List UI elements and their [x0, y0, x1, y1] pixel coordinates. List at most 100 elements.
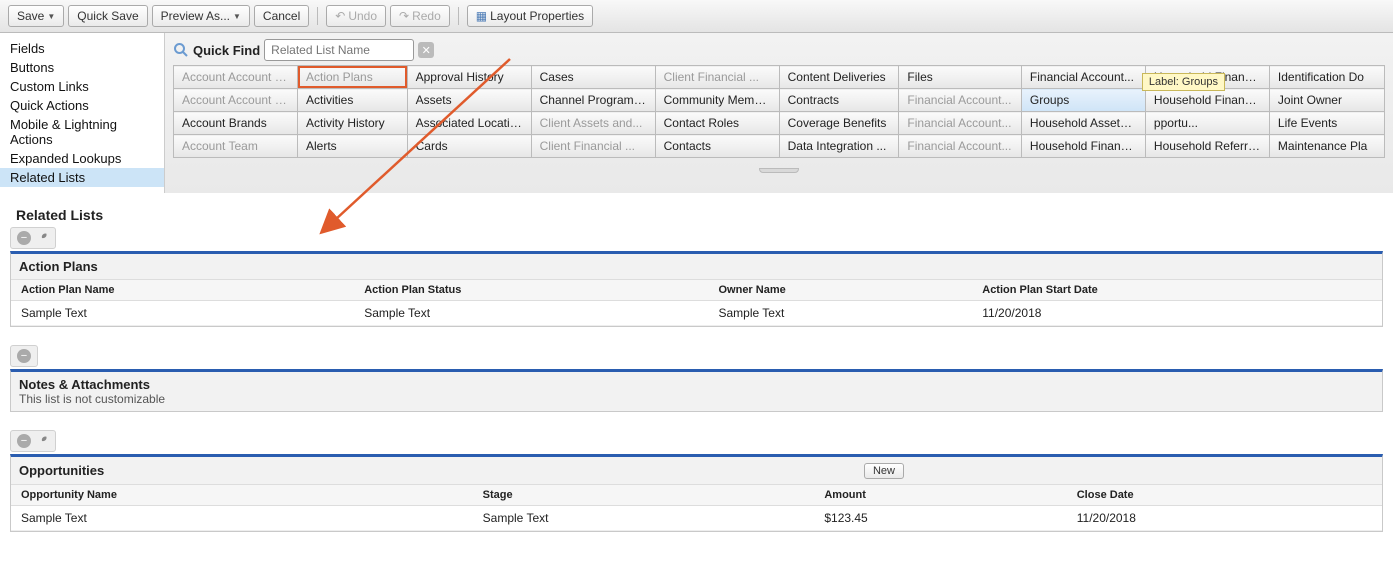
sidebar-item[interactable]: Quick Actions [0, 96, 164, 115]
palette-item[interactable]: Household Assets ... [1021, 112, 1145, 135]
column-header: Action Plan Status [354, 280, 708, 301]
wrench-icon[interactable] [35, 231, 49, 245]
table-cell: Sample Text [354, 301, 708, 326]
sidebar-item[interactable]: Expanded Lookups [0, 149, 164, 168]
palette-item[interactable]: Associated Locations [407, 112, 531, 135]
notes-subtext: This list is not customizable [19, 392, 1374, 406]
palette-item[interactable]: Data Integration ... [779, 135, 899, 158]
layout-canvas: Related Lists − Action Plans Action Plan… [0, 193, 1393, 570]
sidebar-item[interactable]: Mobile & Lightning Actions [0, 115, 164, 149]
column-header: Close Date [1067, 485, 1382, 506]
palette-item[interactable]: Files [899, 66, 1022, 89]
palette-item[interactable]: Contact Roles [655, 112, 779, 135]
column-header: Opportunity Name [11, 485, 473, 506]
layout-properties-button[interactable]: ▦Layout Properties [467, 5, 593, 27]
column-header: Stage [473, 485, 815, 506]
top-toolbar: Save▼ Quick Save Preview As...▼ Cancel ↶… [0, 0, 1393, 33]
quick-save-button[interactable]: Quick Save [68, 5, 147, 27]
palette-item[interactable]: Household Referrals [1145, 135, 1269, 158]
palette-item[interactable]: Account Brands [174, 112, 298, 135]
new-button[interactable]: New [864, 463, 904, 479]
palette-item[interactable]: Financial Account... [899, 112, 1022, 135]
palette-item[interactable]: Activities [298, 89, 408, 112]
save-button[interactable]: Save▼ [8, 5, 64, 27]
related-list-toolbar: − [10, 227, 56, 249]
palette-panel: Quick Find ✕ Account Account R...Action … [165, 33, 1393, 193]
palette-item[interactable]: Contracts [779, 89, 899, 112]
palette-item[interactable]: pportu... [1145, 112, 1269, 135]
separator [458, 7, 459, 25]
opportunities-related-list[interactable]: Opportunities New Opportunity NameStageA… [10, 454, 1383, 532]
palette-item[interactable]: Life Events [1269, 112, 1384, 135]
column-header: Owner Name [708, 280, 972, 301]
palette-item[interactable]: Household Financi... [1021, 135, 1145, 158]
quick-find-label: Quick Find [193, 43, 260, 58]
table-cell: Sample Text [473, 506, 815, 531]
clear-search-button[interactable]: ✕ [418, 42, 434, 58]
sidebar-item[interactable]: Buttons [0, 58, 164, 77]
sidebar-item[interactable]: Custom Links [0, 77, 164, 96]
palette-item[interactable]: Client Financial ... [655, 66, 779, 89]
palette-item[interactable]: Approval History [407, 66, 531, 89]
palette-item[interactable]: Content Deliveries [779, 66, 899, 89]
notes-title: Notes & Attachments [19, 377, 1374, 392]
table-cell: 11/20/2018 [1067, 506, 1382, 531]
palette-item[interactable]: Community Members [655, 89, 779, 112]
related-list-toolbar: − [10, 430, 56, 452]
opportunities-title: Opportunities [19, 463, 104, 478]
palette-item[interactable]: Action Plans [298, 66, 408, 89]
sidebar-item[interactable]: Related Lists [0, 168, 164, 187]
chevron-down-icon: ▼ [233, 12, 241, 21]
palette-item[interactable]: Financial Account... [1021, 66, 1145, 89]
palette-item[interactable]: Coverage Benefits [779, 112, 899, 135]
table-cell: Sample Text [11, 301, 354, 326]
redo-button[interactable]: ↷Redo [390, 5, 450, 27]
palette-item[interactable]: Cases [531, 66, 655, 89]
chevron-down-icon: ▼ [47, 12, 55, 21]
palette-item[interactable]: Account Team [174, 135, 298, 158]
search-icon [173, 42, 189, 58]
table-cell: Sample Text [708, 301, 972, 326]
wrench-icon[interactable] [35, 434, 49, 448]
action-plans-related-list[interactable]: Action Plans Action Plan NameAction Plan… [10, 251, 1383, 327]
column-header: Action Plan Name [11, 280, 354, 301]
palette-resize-handle[interactable] [165, 166, 1393, 174]
palette-item[interactable]: Financial Account... [899, 135, 1022, 158]
palette-item[interactable]: Assets [407, 89, 531, 112]
palette-sidebar: FieldsButtonsCustom LinksQuick ActionsMo… [0, 33, 165, 193]
redo-icon: ↷ [399, 9, 409, 23]
palette-item[interactable]: Household Financi... [1145, 89, 1269, 112]
palette-item[interactable]: Financial Account... [899, 89, 1022, 112]
remove-icon[interactable]: − [17, 231, 31, 245]
palette-item[interactable]: Maintenance Pla [1269, 135, 1384, 158]
remove-icon[interactable]: − [17, 349, 31, 363]
palette-item[interactable]: Activity History [298, 112, 408, 135]
undo-button[interactable]: ↶Undo [326, 5, 386, 27]
cancel-button[interactable]: Cancel [254, 5, 309, 27]
notes-attachments-related-list[interactable]: Notes & Attachments This list is not cus… [10, 369, 1383, 412]
palette-item[interactable]: Account Account R... [174, 66, 298, 89]
palette-item[interactable]: Cards [407, 135, 531, 158]
undo-icon: ↶ [335, 9, 345, 23]
column-header: Amount [814, 485, 1066, 506]
related-lists-section-title: Related Lists [10, 199, 1383, 227]
palette-item[interactable]: Contacts [655, 135, 779, 158]
table-cell: 11/20/2018 [972, 301, 1382, 326]
sidebar-item[interactable]: Fields [0, 39, 164, 58]
quick-find-input[interactable] [264, 39, 414, 61]
palette-item[interactable]: Joint Owner [1269, 89, 1384, 112]
column-header: Action Plan Start Date [972, 280, 1382, 301]
palette-item[interactable]: Groups [1021, 89, 1145, 112]
palette-item[interactable]: Identification Do [1269, 66, 1384, 89]
palette-item[interactable]: Account Account R... [174, 89, 298, 112]
preview-as-button[interactable]: Preview As...▼ [152, 5, 250, 27]
related-list-toolbar: − [10, 345, 38, 367]
palette-tooltip: Label: Groups [1142, 73, 1225, 91]
palette-item[interactable]: Alerts [298, 135, 408, 158]
action-plans-title: Action Plans [19, 259, 98, 274]
palette-item[interactable]: Channel Program M... [531, 89, 655, 112]
palette-item[interactable]: Client Assets and... [531, 112, 655, 135]
remove-icon[interactable]: − [17, 434, 31, 448]
palette-item[interactable]: Client Financial ... [531, 135, 655, 158]
separator [317, 7, 318, 25]
